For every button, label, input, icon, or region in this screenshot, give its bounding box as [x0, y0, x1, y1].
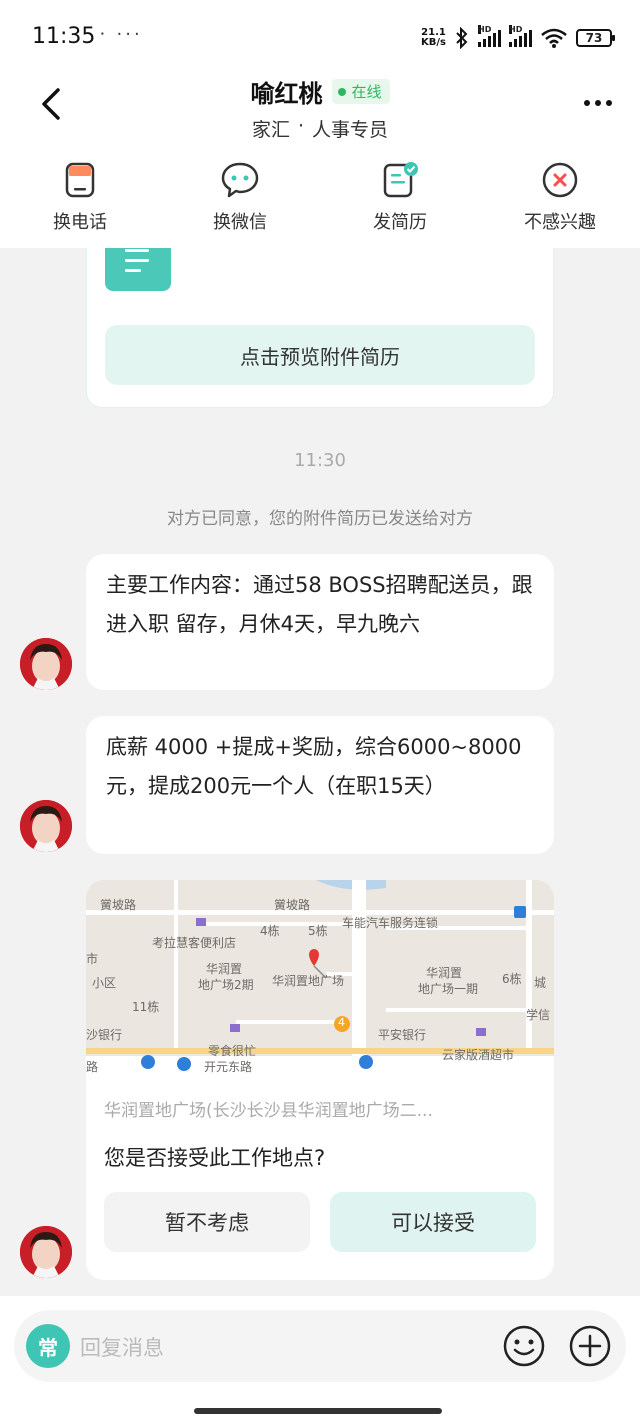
decline-location-button[interactable]: 暂不考虑 [104, 1192, 310, 1252]
more-options-icon[interactable] [582, 88, 614, 118]
contact-name: 喻红桃 [250, 80, 323, 108]
map-label: 华润置地广场 [272, 974, 345, 988]
emoji-icon[interactable] [502, 1324, 546, 1368]
map-label: 5栋 [308, 924, 328, 938]
map-label: 地广场一期 [418, 982, 479, 996]
online-dot-icon [338, 87, 347, 96]
signal-icon: HD [478, 25, 501, 47]
map-label: 沙银行 [86, 1028, 123, 1042]
message-input-container: 常 回复消息 [14, 1310, 626, 1382]
input-bar: 常 回复消息 [0, 1296, 640, 1422]
avatar[interactable] [20, 800, 72, 852]
map-label: 学信 [526, 1008, 551, 1022]
system-notice: 对方已同意，您的附件简历已发送给对方 [167, 509, 473, 529]
wechat-icon [221, 162, 259, 198]
location-card[interactable]: 黉坡路 黉坡路 车能汽车服务连锁 考拉慧客便利店 4栋 5栋 华润置 地广场2期… [86, 880, 554, 1280]
map-label: 平安银行 [378, 1028, 427, 1042]
map-label: 黉坡路 [100, 898, 137, 912]
chat-header: 喻红桃 在线 家汇 · 人事专员 [0, 72, 640, 144]
map-label: 考拉慧客便利店 [152, 936, 237, 950]
map-label: 4 [338, 1016, 345, 1029]
contact-info[interactable]: 喻红桃 在线 家汇 · 人事专员 [0, 74, 640, 142]
avatar[interactable] [20, 1226, 72, 1278]
hd-label: HD [478, 25, 492, 34]
resume-file-icon [105, 248, 171, 291]
location-map[interactable]: 黉坡路 黉坡路 车能汽车服务连锁 考拉慧客便利店 4栋 5栋 华润置 地广场2期… [86, 880, 554, 1074]
plus-icon[interactable] [568, 1324, 612, 1368]
message-timestamp: 11:30 [294, 450, 346, 471]
exchange-phone-button[interactable]: 换电话 [0, 144, 160, 248]
map-label: 路 [86, 1060, 99, 1074]
map-label: 城 [534, 976, 547, 990]
preview-resume-button[interactable]: 点击预览附件简历 [105, 325, 535, 385]
online-status-label: 在线 [351, 83, 382, 101]
battery-icon: 73 [576, 29, 615, 47]
signal-icon: HD [509, 25, 532, 47]
online-status-badge: 在线 [332, 79, 390, 104]
action-label: 不感兴趣 [524, 212, 596, 233]
chat-area[interactable]: 点击预览附件简历 11:30 对方已同意，您的附件简历已发送给对方 主要工作内容… [0, 248, 640, 1296]
map-label: 开元东路 [204, 1060, 253, 1074]
map-label: 4栋 [260, 924, 280, 938]
action-label: 发简历 [373, 212, 427, 233]
action-bar: 换电话 换微信 发简历 不感兴趣 [0, 144, 640, 248]
hd-label: HD [509, 25, 523, 34]
not-interested-button[interactable]: 不感兴趣 [480, 144, 640, 248]
bluetooth-icon [456, 27, 468, 49]
map-label: 云家版酒超市 [442, 1048, 515, 1062]
separator: · [297, 115, 305, 137]
message-bubble[interactable]: 主要工作内容：通过58 BOSS招聘配送员，跟进入职 留存，月休4天，早九晚六 [86, 554, 554, 690]
action-label: 换电话 [53, 212, 107, 233]
map-label: 市 [86, 952, 99, 966]
location-question: 您是否接受此工作地点? [104, 1146, 326, 1170]
map-label: 零食很忙 [208, 1044, 257, 1058]
home-indicator[interactable] [194, 1408, 442, 1414]
map-label: 黉坡路 [274, 898, 311, 912]
location-address: 华润置地广场(长沙长沙县华润置地广场二... [104, 1101, 433, 1121]
exchange-wechat-button[interactable]: 换微信 [160, 144, 320, 248]
job-position: 人事专员 [312, 119, 389, 141]
map-label: 车能汽车服务连锁 [342, 916, 439, 930]
send-resume-button[interactable]: 发简历 [320, 144, 480, 248]
message-bubble[interactable]: 底薪 4000 +提成+奖励，综合6000~8000元，提成200元一个人（在职… [86, 716, 554, 854]
action-label: 换微信 [213, 212, 267, 233]
resume-attachment-card[interactable]: 点击预览附件简历 [86, 248, 554, 408]
company-name: 家汇 [251, 119, 290, 141]
not-interested-icon [542, 162, 578, 198]
avatar[interactable] [20, 638, 72, 690]
map-label: 华润置 [206, 962, 243, 976]
map-label: 小区 [92, 976, 117, 990]
map-label: 地广场2期 [198, 978, 254, 992]
network-speed: 21.1 KB/s [421, 28, 446, 48]
resume-send-icon [383, 162, 418, 198]
map-label: 6栋 [502, 972, 522, 986]
accept-location-button[interactable]: 可以接受 [330, 1192, 536, 1252]
status-bar: 11:35 ⸱ ··· 21.1 KB/s HD HD 73 [0, 0, 640, 72]
status-notification-dots: ⸱ ··· [100, 24, 143, 45]
map-label: 11栋 [132, 1000, 160, 1014]
message-input[interactable]: 回复消息 [80, 1332, 164, 1362]
wifi-icon [541, 28, 567, 48]
quick-reply-button[interactable]: 常 [26, 1324, 70, 1368]
status-time: 11:35 [32, 24, 96, 49]
phone-swap-icon [65, 162, 95, 198]
map-label: 华润置 [426, 966, 463, 980]
network-speed-unit: KB/s [421, 37, 446, 48]
status-icons: 21.1 KB/s HD HD 73 [421, 24, 615, 52]
